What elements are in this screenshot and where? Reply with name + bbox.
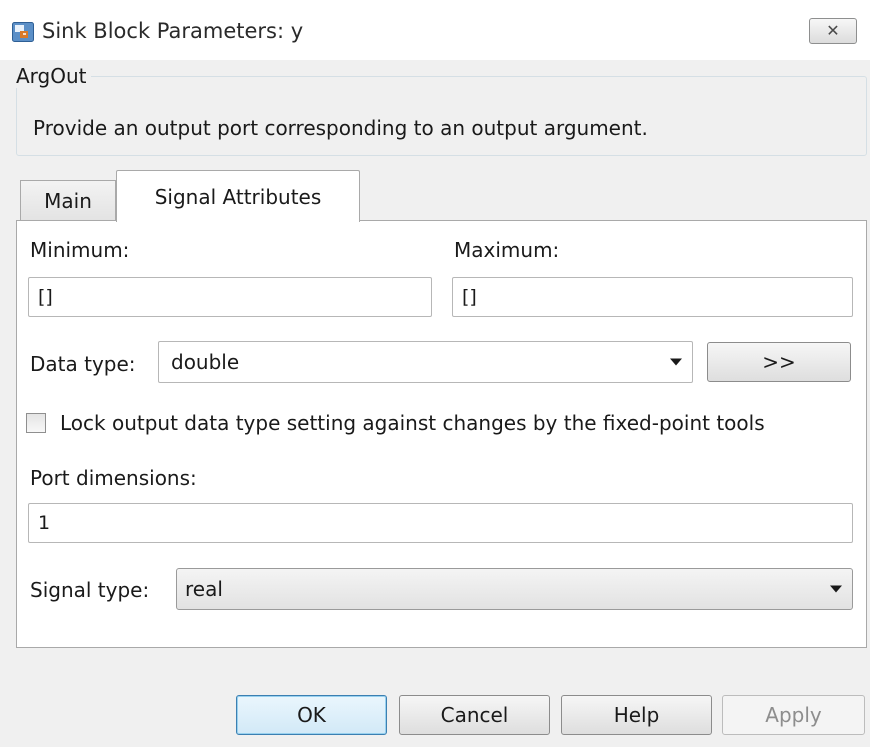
chevron-down-icon [830, 585, 842, 593]
maximum-field[interactable]: [] [452, 277, 853, 317]
signal-type-value: real [185, 577, 223, 601]
help-button[interactable]: Help [561, 695, 712, 735]
data-type-value: double [171, 350, 240, 374]
data-type-assistant-button[interactable]: >> [707, 342, 851, 382]
data-type-label: Data type: [30, 352, 136, 376]
ok-button[interactable]: OK [236, 695, 387, 735]
port-dimensions-label: Port dimensions: [30, 466, 197, 490]
minimum-label: Minimum: [30, 238, 130, 262]
signal-type-select[interactable]: real [176, 568, 853, 610]
tab-signal-attributes[interactable]: Signal Attributes [116, 170, 360, 222]
maximum-label: Maximum: [454, 238, 560, 262]
tab-main[interactable]: Main [20, 180, 116, 220]
cancel-button[interactable]: Cancel [399, 695, 550, 735]
data-type-select[interactable]: double [158, 341, 693, 383]
minimum-field[interactable]: [] [28, 277, 432, 317]
port-dimensions-field[interactable]: 1 [28, 503, 853, 543]
block-type-label: ArgOut [14, 64, 91, 88]
apply-button[interactable]: Apply [722, 695, 865, 735]
signal-type-label: Signal type: [30, 578, 150, 602]
lock-data-type-label[interactable]: Lock output data type setting against ch… [60, 411, 765, 435]
simulink-block-icon [12, 22, 34, 42]
close-icon: ✕ [826, 21, 840, 40]
chevron-down-icon [670, 358, 682, 366]
window-title: Sink Block Parameters: y [42, 19, 304, 43]
block-description: Provide an output port corresponding to … [33, 116, 648, 140]
lock-data-type-checkbox[interactable] [26, 413, 46, 433]
close-button[interactable]: ✕ [809, 18, 857, 44]
block-parameters-dialog: Sink Block Parameters: y ✕ ArgOut Provid… [0, 0, 870, 747]
title-bar: Sink Block Parameters: y ✕ [0, 0, 870, 60]
